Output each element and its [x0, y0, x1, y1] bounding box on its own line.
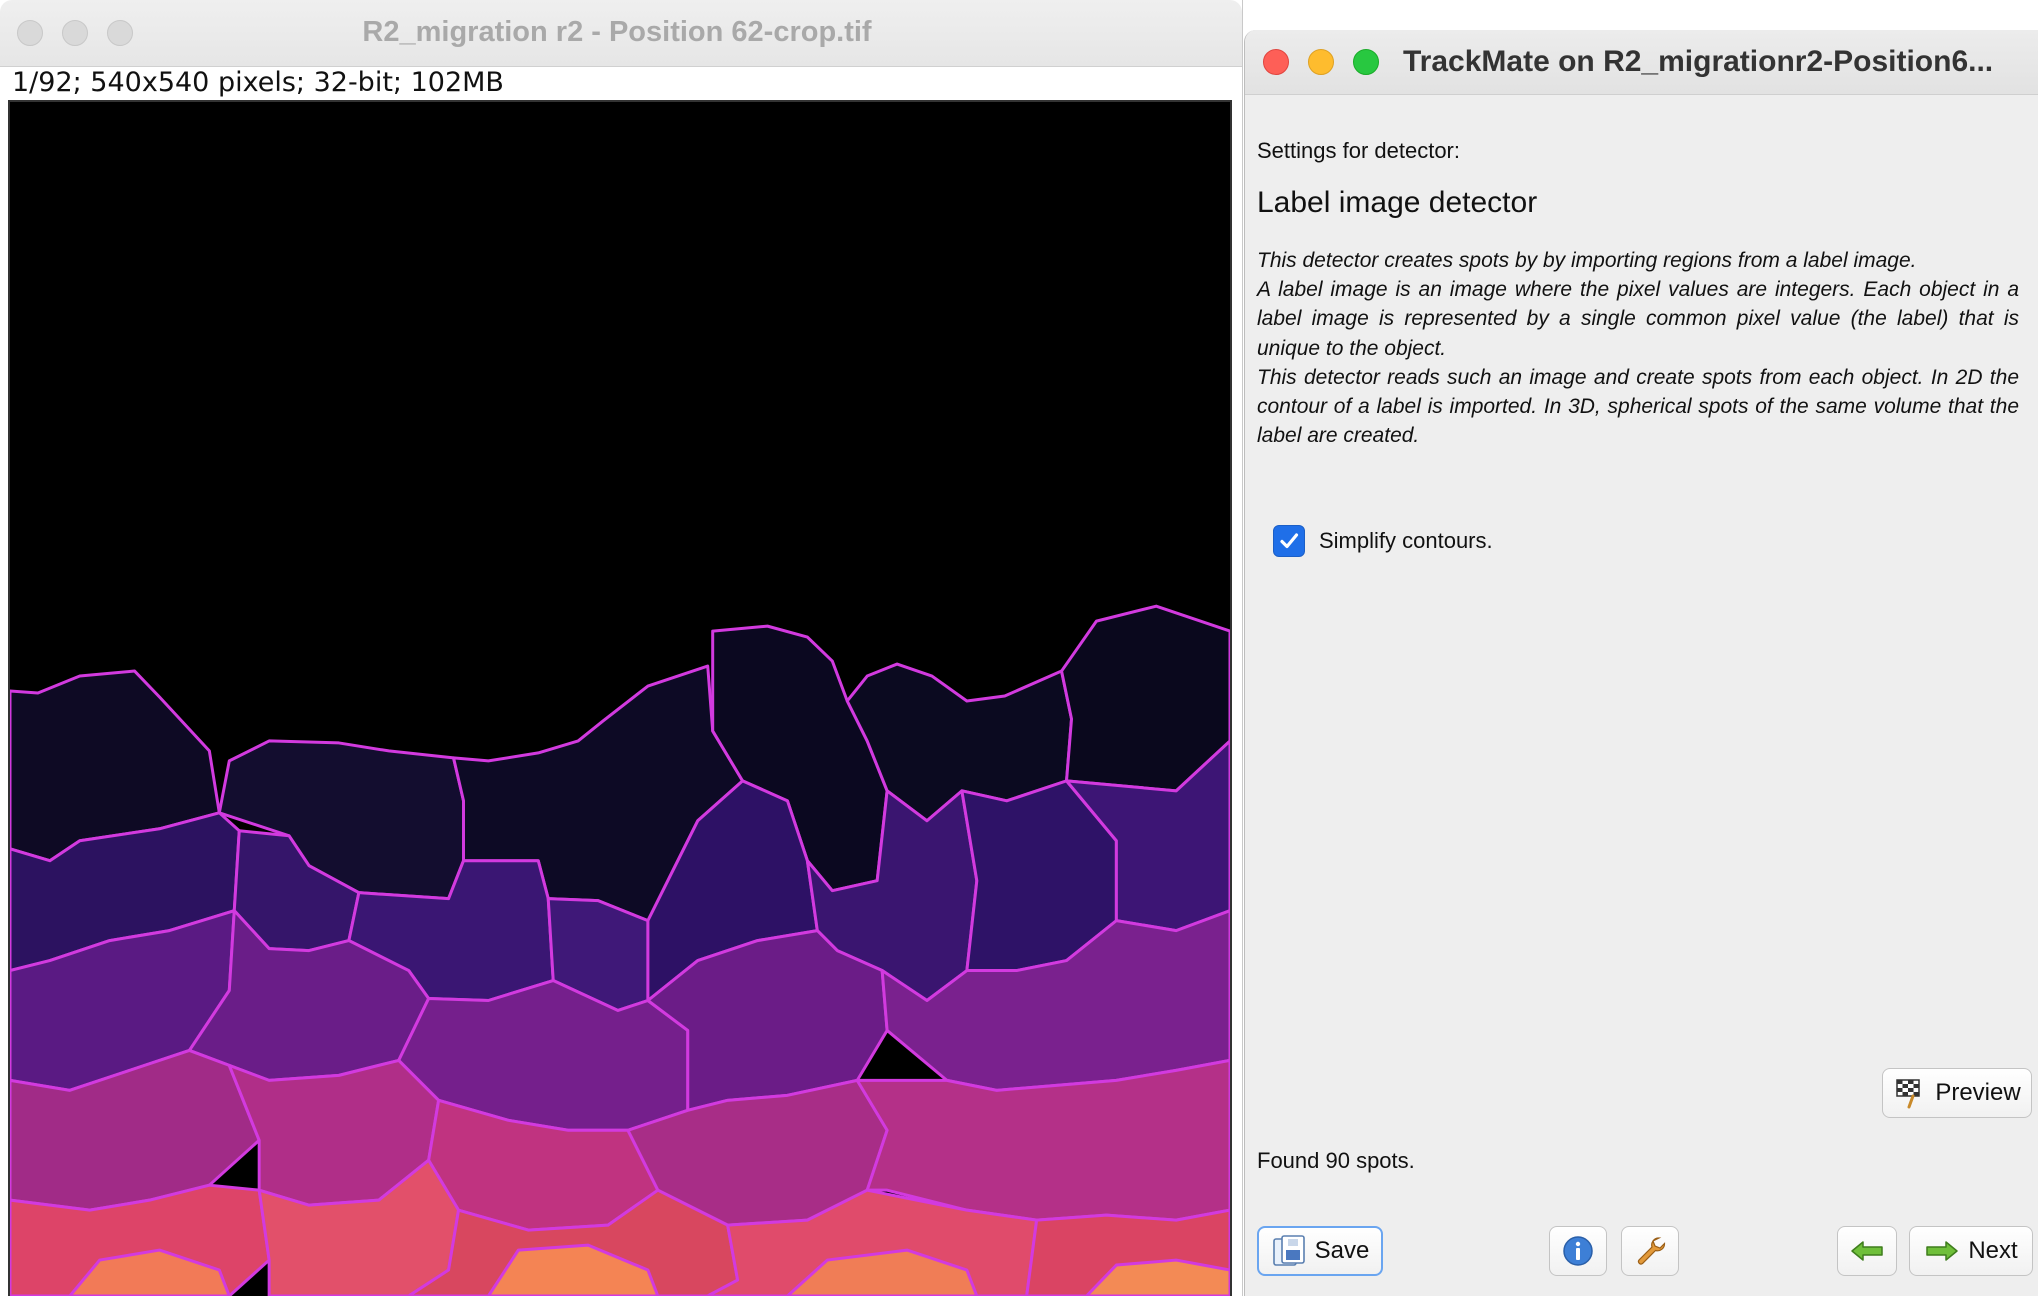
- found-spots-status: Found 90 spots.: [1257, 1148, 1415, 1173]
- image-info-line: 1/92; 540x540 pixels; 32-bit; 102MB: [12, 67, 504, 98]
- minimize-button[interactable]: [1308, 49, 1334, 75]
- image-window-title: R2_migration r2 - Position 62-crop.tif: [362, 16, 872, 48]
- detector-description: This detector creates spots by by import…: [1257, 246, 2019, 450]
- description-paragraph: This detector creates spots by by import…: [1257, 249, 1917, 272]
- info-button[interactable]: [1549, 1226, 1607, 1276]
- back-button[interactable]: [1837, 1226, 1897, 1276]
- info-icon: [1563, 1236, 1593, 1266]
- description-paragraph: This detector reads such an image and cr…: [1257, 365, 2019, 448]
- back-arrow-icon: [1851, 1241, 1883, 1261]
- save-button[interactable]: Save: [1257, 1226, 1383, 1276]
- simplify-contours-checkbox[interactable]: [1273, 525, 1305, 557]
- simplify-contours-option[interactable]: Simplify contours.: [1273, 524, 1493, 558]
- preview-label: Preview: [1935, 1079, 2021, 1106]
- trackmate-window-title: TrackMate on R2_migrationr2-Position6...: [1403, 45, 1994, 78]
- preview-button[interactable]: Preview: [1882, 1068, 2032, 1118]
- next-arrow-icon: [1926, 1241, 1959, 1261]
- save-disk-icon: [1272, 1235, 1305, 1266]
- image-window: R2_migration r2 - Position 62-crop.tif 1…: [0, 0, 1243, 1296]
- image-window-titlebar[interactable]: R2_migration r2 - Position 62-crop.tif: [0, 0, 1242, 67]
- settings-wrench-button[interactable]: [1621, 1226, 1679, 1276]
- detector-settings-panel: Settings for detector: Label image detec…: [1257, 94, 2033, 1296]
- zoom-button[interactable]: [1353, 49, 1379, 75]
- wrench-icon: [1637, 1237, 1666, 1265]
- save-label: Save: [1314, 1237, 1370, 1264]
- trackmate-titlebar[interactable]: TrackMate on R2_migrationr2-Position6...: [1245, 30, 2038, 95]
- simplify-contours-label: Simplify contours.: [1319, 528, 1493, 553]
- close-button[interactable]: [1263, 49, 1289, 75]
- settings-for-detector-label: Settings for detector:: [1257, 138, 1460, 163]
- preview-flag-icon: [1896, 1079, 1921, 1109]
- trackmate-window: TrackMate on R2_migrationr2-Position6...…: [1244, 30, 2038, 1296]
- label-image-canvas[interactable]: [8, 100, 1232, 1296]
- next-button[interactable]: Next: [1909, 1226, 2033, 1276]
- description-paragraph: A label image is an image where the pixe…: [1257, 278, 2019, 360]
- next-label: Next: [1968, 1237, 2018, 1264]
- detector-title: Label image detector: [1257, 186, 1538, 219]
- checkbox-check-icon: [1280, 533, 1299, 549]
- label-image: [10, 102, 1230, 1296]
